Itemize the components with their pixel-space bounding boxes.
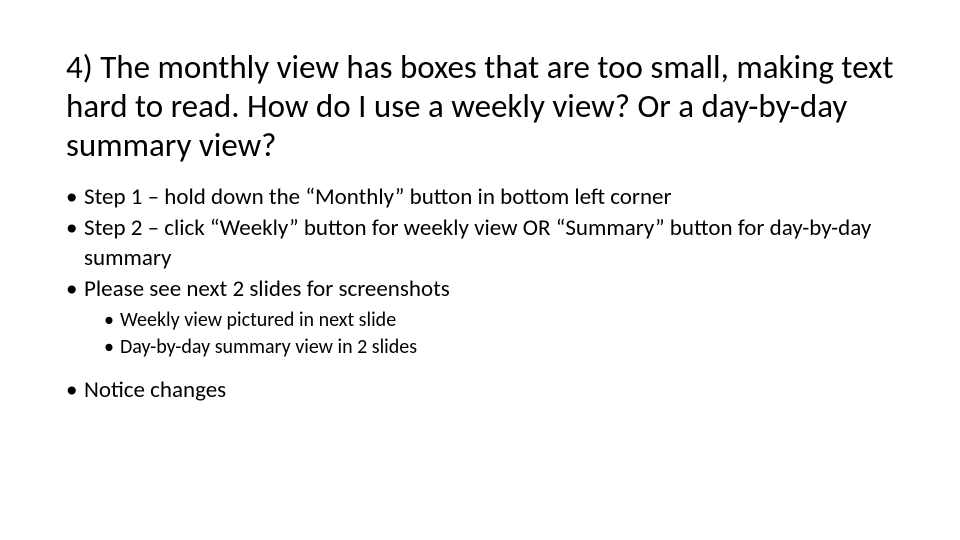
list-item: Notice changes [66,376,894,405]
list-item: Step 2 – click “Weekly” button for weekl… [66,214,894,273]
slide-title: 4) The monthly view has boxes that are t… [66,48,894,165]
list-item-text: Step 1 – hold down the “Monthly” button … [84,183,894,212]
list-item-text: Weekly view pictured in next slide [120,308,396,332]
list-item-text: Day-by-day summary view in 2 slides [120,335,417,359]
bullet-list: Step 1 – hold down the “Monthly” button … [66,183,894,360]
list-item-text: Notice changes [84,376,894,405]
sub-bullet-list: Weekly view pictured in next slide Day-b… [104,307,894,360]
bullet-list: Notice changes [66,376,894,405]
list-item: Day-by-day summary view in 2 slides [104,334,894,360]
list-item-text: Please see next 2 slides for screenshots [84,275,894,304]
list-item-text: Step 2 – click “Weekly” button for weekl… [84,214,894,273]
slide: 4) The monthly view has boxes that are t… [0,0,960,405]
list-item: Weekly view pictured in next slide [104,307,894,333]
list-item: Please see next 2 slides for screenshots… [66,275,894,359]
list-item: Step 1 – hold down the “Monthly” button … [66,183,894,212]
spacer [66,362,894,376]
